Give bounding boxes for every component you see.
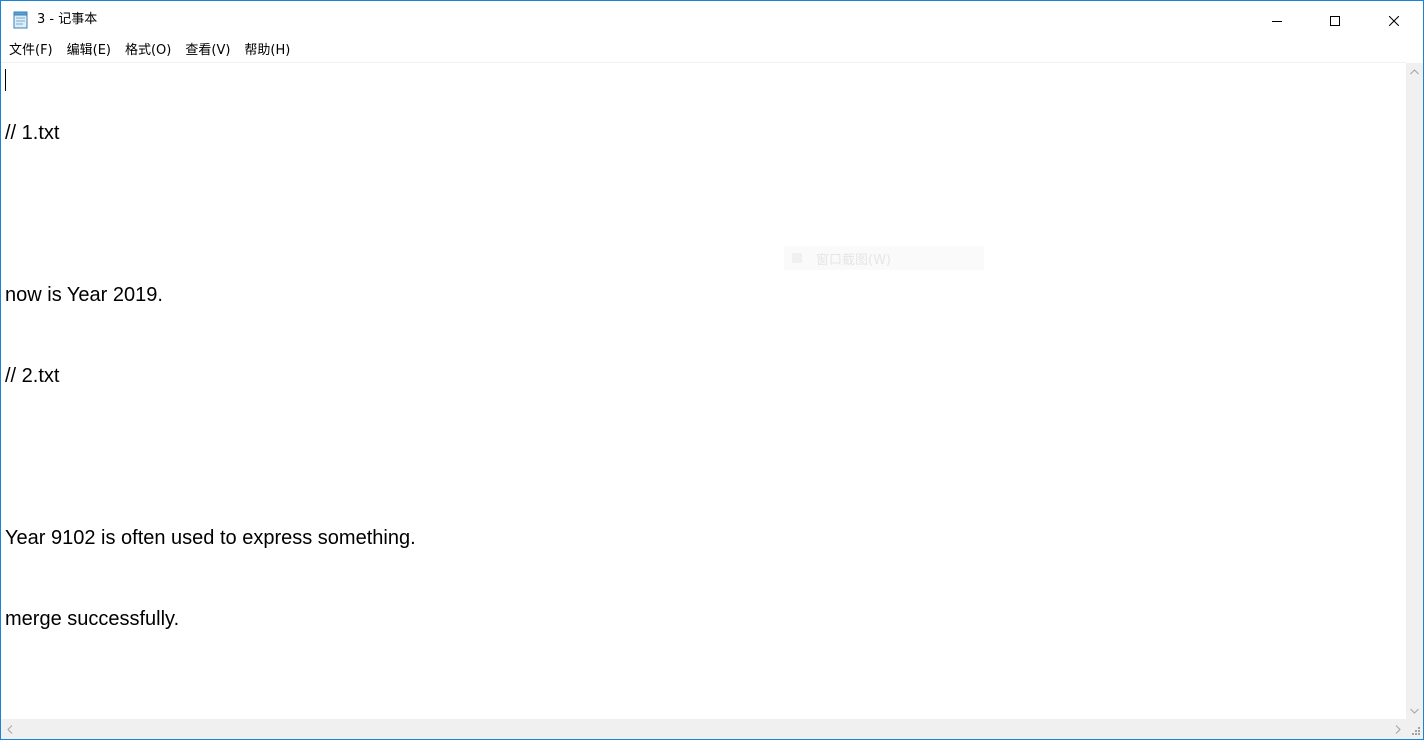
- size-grip-icon[interactable]: [1406, 719, 1423, 739]
- editor-line: now is Year 2019.: [5, 284, 163, 306]
- chevron-right-icon[interactable]: [1389, 719, 1406, 739]
- maximize-icon: [1330, 11, 1340, 30]
- ghost-tooltip-label: 窗口截图(W): [816, 252, 891, 268]
- editor-line: // 2.txt: [5, 365, 60, 387]
- menu-file[interactable]: 文件(F): [1, 39, 60, 62]
- menu-bar: 文件(F) 编辑(E) 格式(O) 查看(V) 帮助(H): [1, 39, 1423, 62]
- menu-edit[interactable]: 编辑(E): [60, 39, 118, 62]
- chevron-up-icon[interactable]: [1406, 63, 1423, 80]
- menu-help[interactable]: 帮助(H): [237, 39, 297, 62]
- horizontal-scrollbar[interactable]: [1, 719, 1406, 739]
- chevron-down-icon[interactable]: [1406, 702, 1423, 719]
- close-button[interactable]: [1365, 1, 1423, 39]
- window-title: 3 - 记事本: [37, 12, 98, 27]
- close-icon: [1388, 11, 1400, 30]
- maximize-button[interactable]: [1306, 1, 1364, 39]
- text-editor[interactable]: // 1.txt now is Year 2019. // 2.txt Year…: [1, 62, 1406, 720]
- notepad-icon: [12, 11, 30, 29]
- chevron-left-icon[interactable]: [1, 719, 18, 739]
- menu-format[interactable]: 格式(O): [118, 39, 178, 62]
- screenshot-icon: [792, 253, 802, 263]
- notepad-window: 3 - 记事本 文件(F) 编辑(E) 格式(O) 查看(V) 帮助(H) //…: [0, 0, 1424, 740]
- minimize-button[interactable]: [1248, 1, 1306, 39]
- editor-content: // 1.txt now is Year 2019. // 2.txt Year…: [5, 66, 416, 687]
- editor-line: // 1.txt: [5, 122, 60, 144]
- editor-line: Year 9102 is often used to express somet…: [5, 527, 416, 549]
- vertical-scrollbar[interactable]: [1406, 63, 1423, 719]
- editor-line: merge successfully.: [5, 608, 180, 630]
- text-caret: [5, 69, 6, 91]
- minimize-icon: [1272, 11, 1282, 30]
- menu-view[interactable]: 查看(V): [178, 39, 237, 62]
- ghost-tooltip: 窗口截图(W): [784, 246, 984, 270]
- title-bar[interactable]: 3 - 记事本: [1, 1, 1423, 39]
